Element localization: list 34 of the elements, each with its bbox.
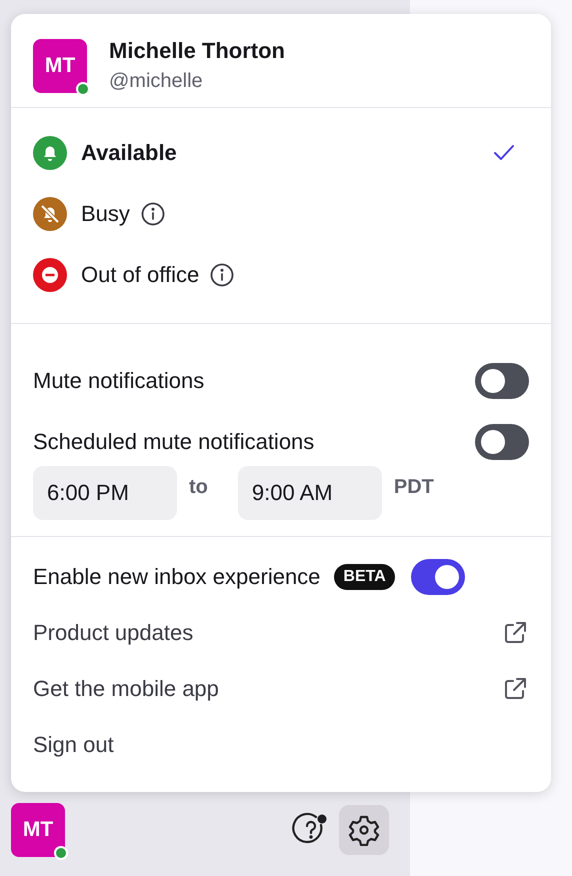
toggle-switch[interactable] [475,424,529,460]
status-option[interactable]: Busy [33,183,529,244]
menu-link[interactable]: Sign out [33,732,114,758]
menu-link[interactable]: Get the mobile app [33,676,219,702]
setting-label: Scheduled mute notifications [33,428,314,454]
menu-link[interactable]: Product updates [33,620,194,646]
status-label: Busy [81,200,130,226]
bell-off-icon [33,196,67,230]
settings-button[interactable] [339,805,389,855]
end-time-field[interactable]: 9:00 AM [238,466,382,520]
timezone-label: PDT [394,476,434,499]
gear-icon [348,814,380,846]
status-option[interactable]: Out of office [33,244,529,305]
user-name: Michelle Thorton [109,38,285,64]
start-time-field[interactable]: 6:00 PM [33,466,177,520]
menu-row[interactable]: Product updates [33,605,529,661]
menu-row[interactable]: Get the mobile app [33,661,529,717]
info-icon[interactable] [140,200,166,226]
toggle-switch[interactable] [410,559,465,595]
bell-icon [33,136,67,170]
user-avatar: MT [33,38,87,92]
minus-circle-icon [33,258,67,292]
setting-label: Enable new inbox experience [33,564,320,590]
status-option[interactable]: Available [33,122,529,183]
beta-badge: BETA [334,564,395,590]
status-label: Available [81,140,177,166]
info-icon[interactable] [209,262,236,288]
range-separator: to [189,476,208,499]
status-label: Out of office [81,262,200,288]
menu-row[interactable]: Sign out [33,717,529,773]
toggle-switch[interactable] [475,362,529,398]
user-avatar[interactable]: MT [11,803,65,857]
setting-label: Mute notifications [33,368,204,394]
user-handle: @michelle [109,70,204,93]
